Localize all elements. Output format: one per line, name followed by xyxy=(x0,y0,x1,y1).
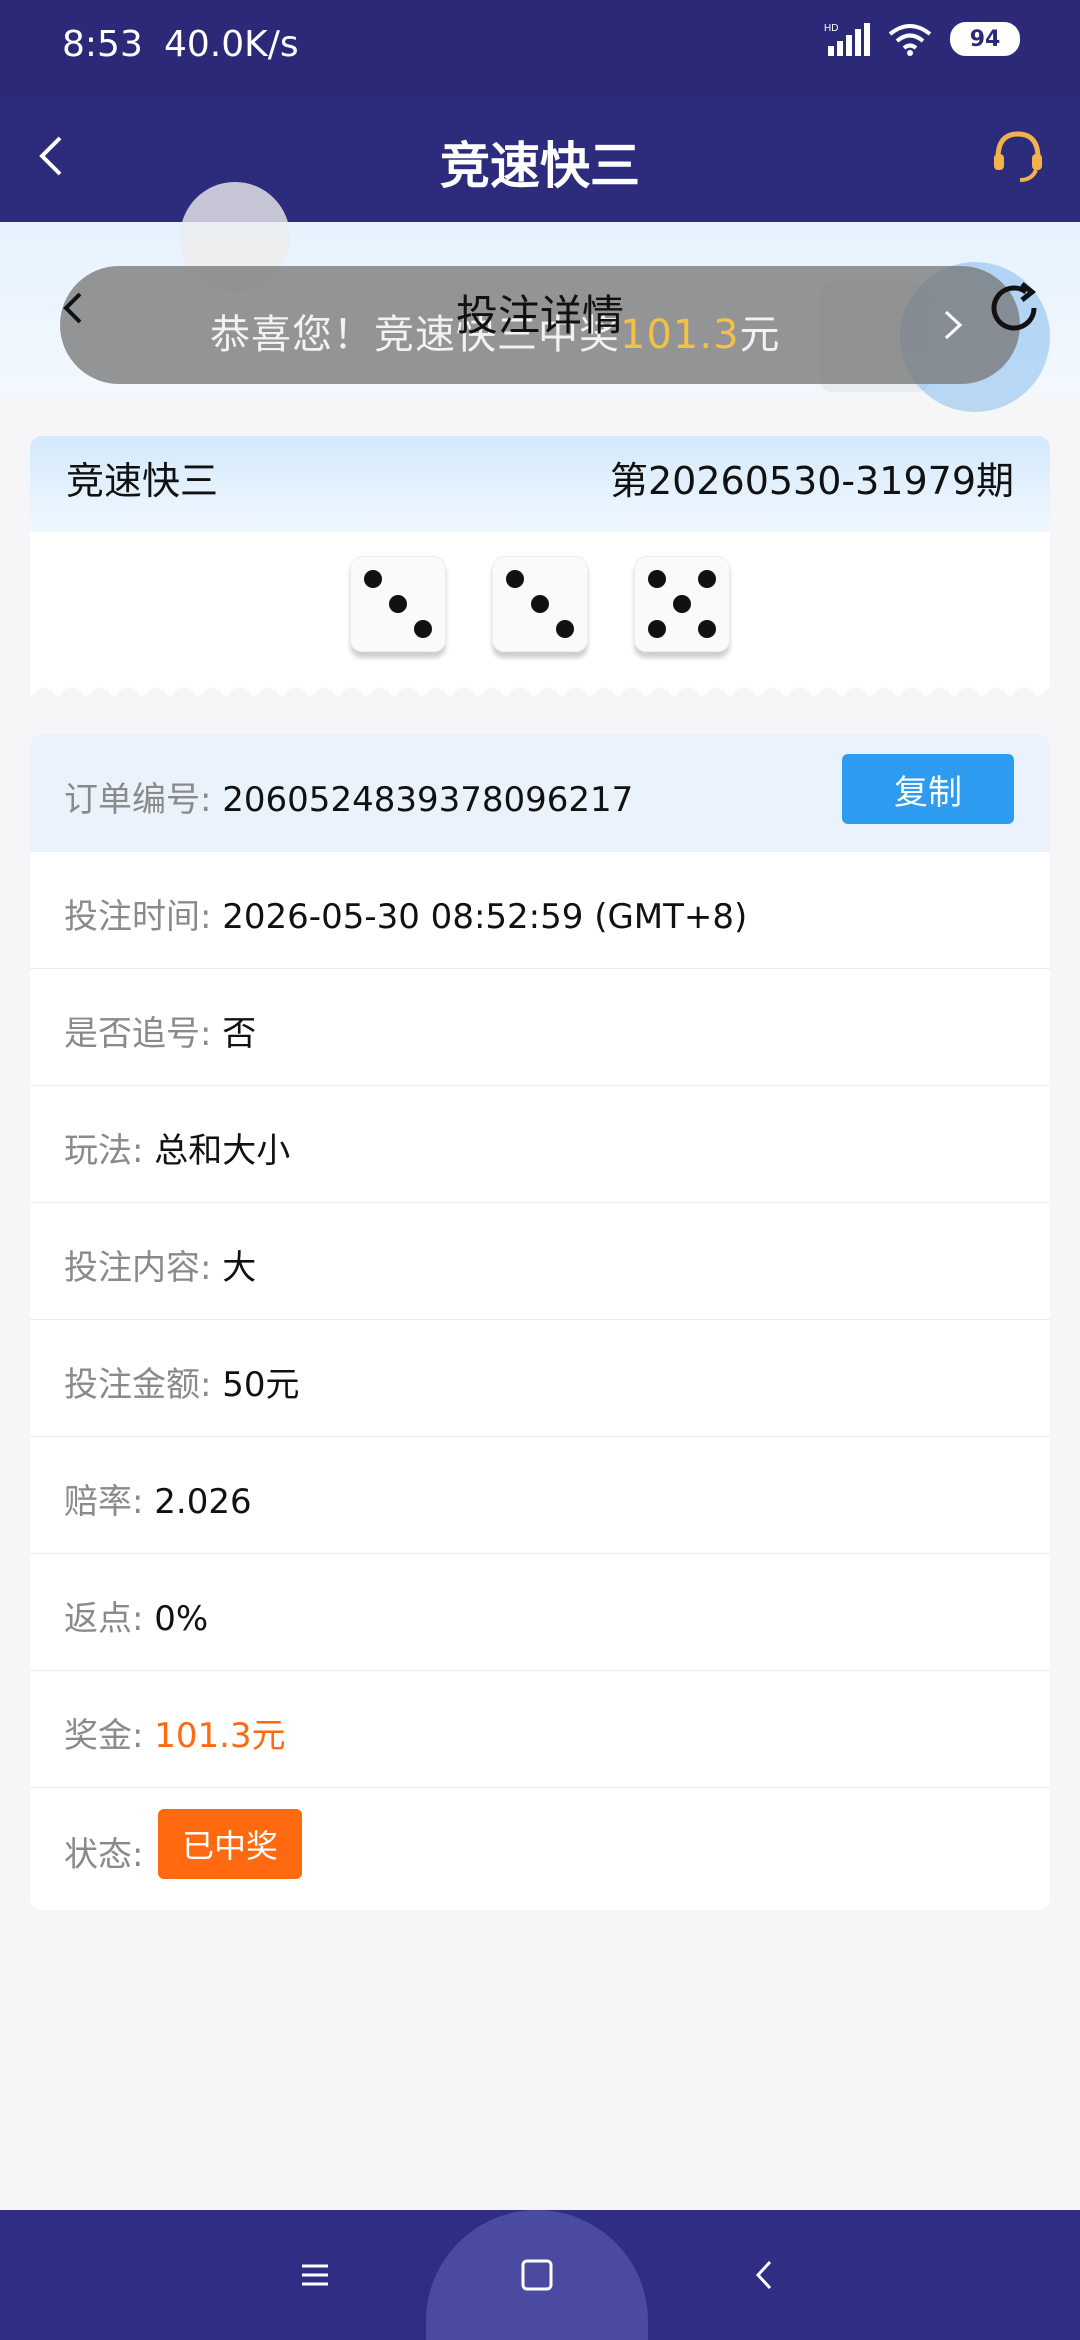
page-title: 竞速快三 xyxy=(440,137,640,195)
detail-pair: 玩法: 总和大小 xyxy=(64,1123,290,1172)
status-label: 状态: xyxy=(64,1835,144,1875)
detail-pair: 赔率: 2.026 xyxy=(64,1474,252,1523)
detail-label: 投注金额: xyxy=(64,1365,212,1405)
battery-indicator: 94 xyxy=(950,22,1020,56)
issue-number: 第20260530-31979期 xyxy=(609,459,1014,503)
detail-row: 返点: 0% xyxy=(30,1553,1050,1671)
detail-row: 是否追号: 否 xyxy=(30,968,1050,1086)
status-icons: HD 94 xyxy=(824,22,1020,56)
die-2 xyxy=(492,556,588,652)
die-pip xyxy=(414,620,432,638)
sub-page-title: 投注详情 xyxy=(455,291,624,340)
detail-value: 否 xyxy=(222,1014,257,1054)
wifi-icon xyxy=(888,24,932,56)
order-id-label: 订单编号: 2060524839378096217 xyxy=(64,780,634,820)
detail-row: 玩法: 总和大小 xyxy=(30,1085,1050,1203)
die-pip xyxy=(389,595,407,613)
detail-value: 大 xyxy=(222,1248,257,1288)
die-3 xyxy=(634,556,730,652)
detail-value: 2026-05-30 08:52:59 (GMT+8) xyxy=(222,897,748,937)
detail-label: 返点: xyxy=(64,1599,144,1639)
back-icon[interactable] xyxy=(740,2250,790,2300)
detail-row: 赔率: 2.026 xyxy=(30,1436,1050,1554)
die-pip xyxy=(648,620,666,638)
detail-label: 是否追号: xyxy=(64,1014,212,1054)
top-navbar: 竞速快三 xyxy=(0,96,1080,222)
status-row: 状态: 已中奖 xyxy=(30,1787,1050,1910)
detail-value: 101.3元 xyxy=(154,1716,286,1756)
refresh-icon[interactable] xyxy=(982,276,1046,340)
lottery-name: 竞速快三 xyxy=(66,459,219,503)
menu-icon[interactable] xyxy=(290,2250,340,2300)
die-pip xyxy=(648,570,666,588)
order-id-value: 2060524839378096217 xyxy=(222,780,634,820)
detail-pair: 投注内容: 大 xyxy=(64,1240,256,1289)
detail-label: 玩法: xyxy=(64,1131,144,1171)
draw-header: 竞速快三 第20260530-31979期 xyxy=(30,436,1050,532)
detail-pair: 奖金: 101.3元 xyxy=(64,1708,286,1757)
detail-value: 2.026 xyxy=(154,1482,252,1522)
signal-icon: HD xyxy=(824,23,870,56)
detail-value: 50元 xyxy=(222,1365,300,1405)
die-pip xyxy=(364,570,382,588)
detail-label: 赔率: xyxy=(64,1482,144,1522)
detail-label: 奖金: xyxy=(64,1716,144,1756)
order-detail-card: 订单编号: 2060524839378096217 复制 投注时间: 2026-… xyxy=(30,734,1050,1910)
detail-row: 投注金额: 50元 xyxy=(30,1319,1050,1437)
network-type: HD xyxy=(824,23,838,34)
status-speed: 40.0K/s xyxy=(164,24,299,65)
detail-pair: 投注时间: 2026-05-30 08:52:59 (GMT+8) xyxy=(64,889,747,938)
die-pip xyxy=(556,620,574,638)
detail-value: 0% xyxy=(154,1599,209,1639)
system-nav-bar xyxy=(0,2210,1080,2340)
die-pip xyxy=(698,570,716,588)
die-pip xyxy=(531,595,549,613)
headset-icon[interactable] xyxy=(986,124,1050,188)
draw-result-card: 竞速快三 第20260530-31979期 xyxy=(30,436,1050,696)
detail-row: 投注时间: 2026-05-30 08:52:59 (GMT+8) xyxy=(30,851,1050,969)
detail-pair: 投注金额: 50元 xyxy=(64,1357,300,1406)
battery-level: 94 xyxy=(969,26,1001,52)
order-id-row: 订单编号: 2060524839378096217 复制 xyxy=(30,734,1050,852)
die-1 xyxy=(350,556,446,652)
status-badge: 已中奖 xyxy=(158,1809,303,1879)
detail-label: 投注内容: xyxy=(64,1248,212,1288)
home-icon[interactable] xyxy=(512,2250,562,2300)
scallop-edge xyxy=(30,680,1050,700)
dice-row xyxy=(30,556,1050,652)
detail-pair: 返点: 0% xyxy=(64,1591,208,1640)
detail-value: 总和大小 xyxy=(154,1131,291,1171)
die-pip xyxy=(698,620,716,638)
copy-button[interactable]: 复制 xyxy=(842,754,1014,824)
detail-row: 奖金: 101.3元 xyxy=(30,1670,1050,1788)
die-pip xyxy=(506,570,524,588)
detail-label: 投注时间: xyxy=(64,897,212,937)
die-pip xyxy=(673,595,691,613)
detail-pair: 是否追号: 否 xyxy=(64,1006,256,1055)
status-time: 8:53 xyxy=(62,24,143,65)
detail-row: 投注内容: 大 xyxy=(30,1202,1050,1320)
status-bar: 8:53 40.0K/s HD 94 xyxy=(0,0,1080,96)
